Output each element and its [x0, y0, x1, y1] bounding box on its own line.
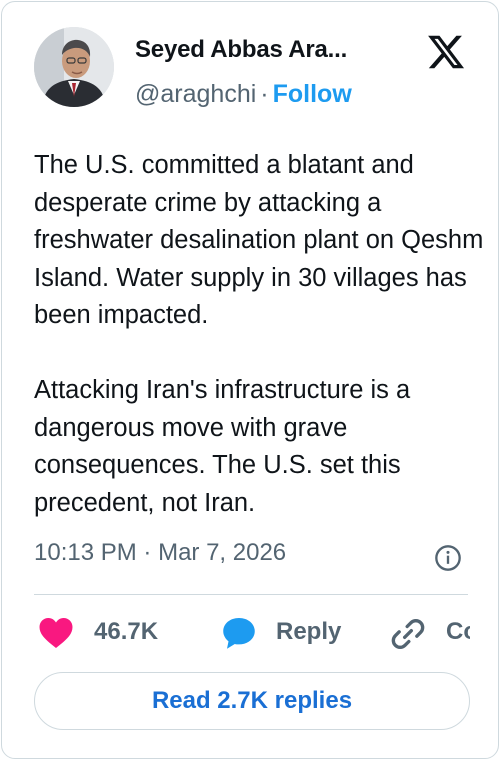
read-replies-button[interactable]: Read 2.7K replies — [34, 672, 470, 730]
avatar-image — [34, 27, 114, 107]
handle-separator: · — [260, 80, 269, 108]
like-count[interactable]: 46.7K — [94, 618, 158, 646]
heart-icon[interactable] — [38, 616, 74, 650]
follow-button[interactable]: Follow — [273, 80, 352, 108]
timestamp-separator: · — [143, 539, 152, 566]
info-icon[interactable] — [434, 544, 462, 572]
reply-button[interactable]: Reply — [276, 618, 341, 646]
speech-bubble-icon[interactable] — [220, 615, 258, 651]
author-handle[interactable]: @araghchi — [135, 80, 256, 108]
link-icon[interactable] — [388, 614, 428, 654]
x-logo-icon[interactable] — [426, 32, 466, 72]
tweet-timestamp: 10:13 PM · Mar 7, 2026 — [34, 539, 286, 567]
author-name[interactable]: Seyed Abbas Ara... — [135, 36, 397, 64]
avatar[interactable] — [34, 27, 114, 107]
tweet-time[interactable]: 10:13 PM — [34, 539, 137, 566]
tweet-date[interactable]: Mar 7, 2026 — [158, 539, 286, 566]
author-handle-row: @araghchi · Follow — [135, 80, 352, 109]
tweet-text: The U.S. committed a blatant and despera… — [34, 151, 484, 517]
copy-link-button[interactable]: Copy link — [446, 618, 470, 646]
divider — [34, 594, 468, 595]
tweet-card: Seyed Abbas Ara... @araghchi · Follow The … — [1, 1, 499, 759]
